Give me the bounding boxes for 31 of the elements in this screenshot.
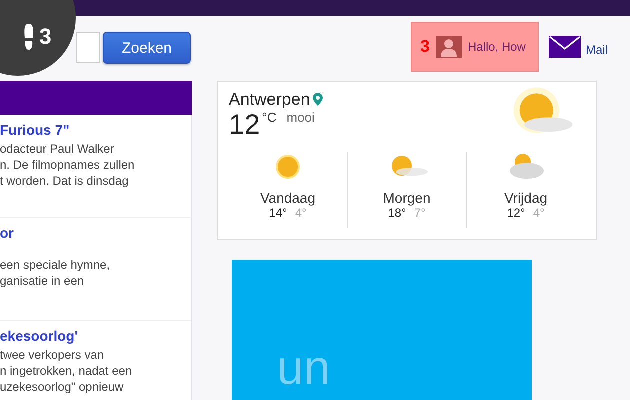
ad-text: un <box>277 344 330 394</box>
low-temperature: 4° <box>295 206 307 220</box>
mail-link[interactable]: Mail <box>586 37 608 57</box>
notification-count: 3 <box>420 37 430 57</box>
user-greeting: Hallo, How <box>468 40 526 54</box>
search-field[interactable] <box>76 32 100 63</box>
search-button[interactable]: Zoeken <box>103 32 191 64</box>
current-temperature: 12 <box>229 110 260 140</box>
mail-icon[interactable] <box>548 36 581 58</box>
news-headline[interactable]: Furious 7" <box>0 122 191 138</box>
low-temperature: 7° <box>414 206 426 220</box>
news-headline[interactable]: or <box>0 225 191 241</box>
high-temperature: 18° <box>388 206 406 220</box>
avatar-icon <box>436 36 462 58</box>
temperature-unit: °C <box>262 110 277 125</box>
high-temperature: 12° <box>507 206 526 220</box>
step-count: 3 <box>39 24 52 50</box>
city-name: Antwerpen <box>229 90 310 110</box>
news-headline[interactable]: ekesoorlog' <box>0 328 191 344</box>
low-temperature: 4° <box>533 206 545 220</box>
news-snippet: twee verkopers van n ingetrokken, nadat een uzekesoorlog" opnieuw <box>0 347 134 395</box>
location-pin-icon <box>313 93 324 107</box>
news-snippet: een speciale hymne, ganisatie in een <box>0 257 112 289</box>
user-menu[interactable]: 3 Hallo, How <box>411 22 539 72</box>
news-snippet: odacteur Paul Walker n. De filmopnames zullen t worden. Dat is dinsdag <box>0 141 136 189</box>
footprint-icon <box>24 24 34 50</box>
high-temperature: 14° <box>269 206 288 220</box>
day-name: Vandaag <box>260 190 316 206</box>
day-name: Vrijdag <box>504 190 548 206</box>
day-name: Morgen <box>383 190 431 206</box>
weather-condition: mooi <box>286 110 315 125</box>
